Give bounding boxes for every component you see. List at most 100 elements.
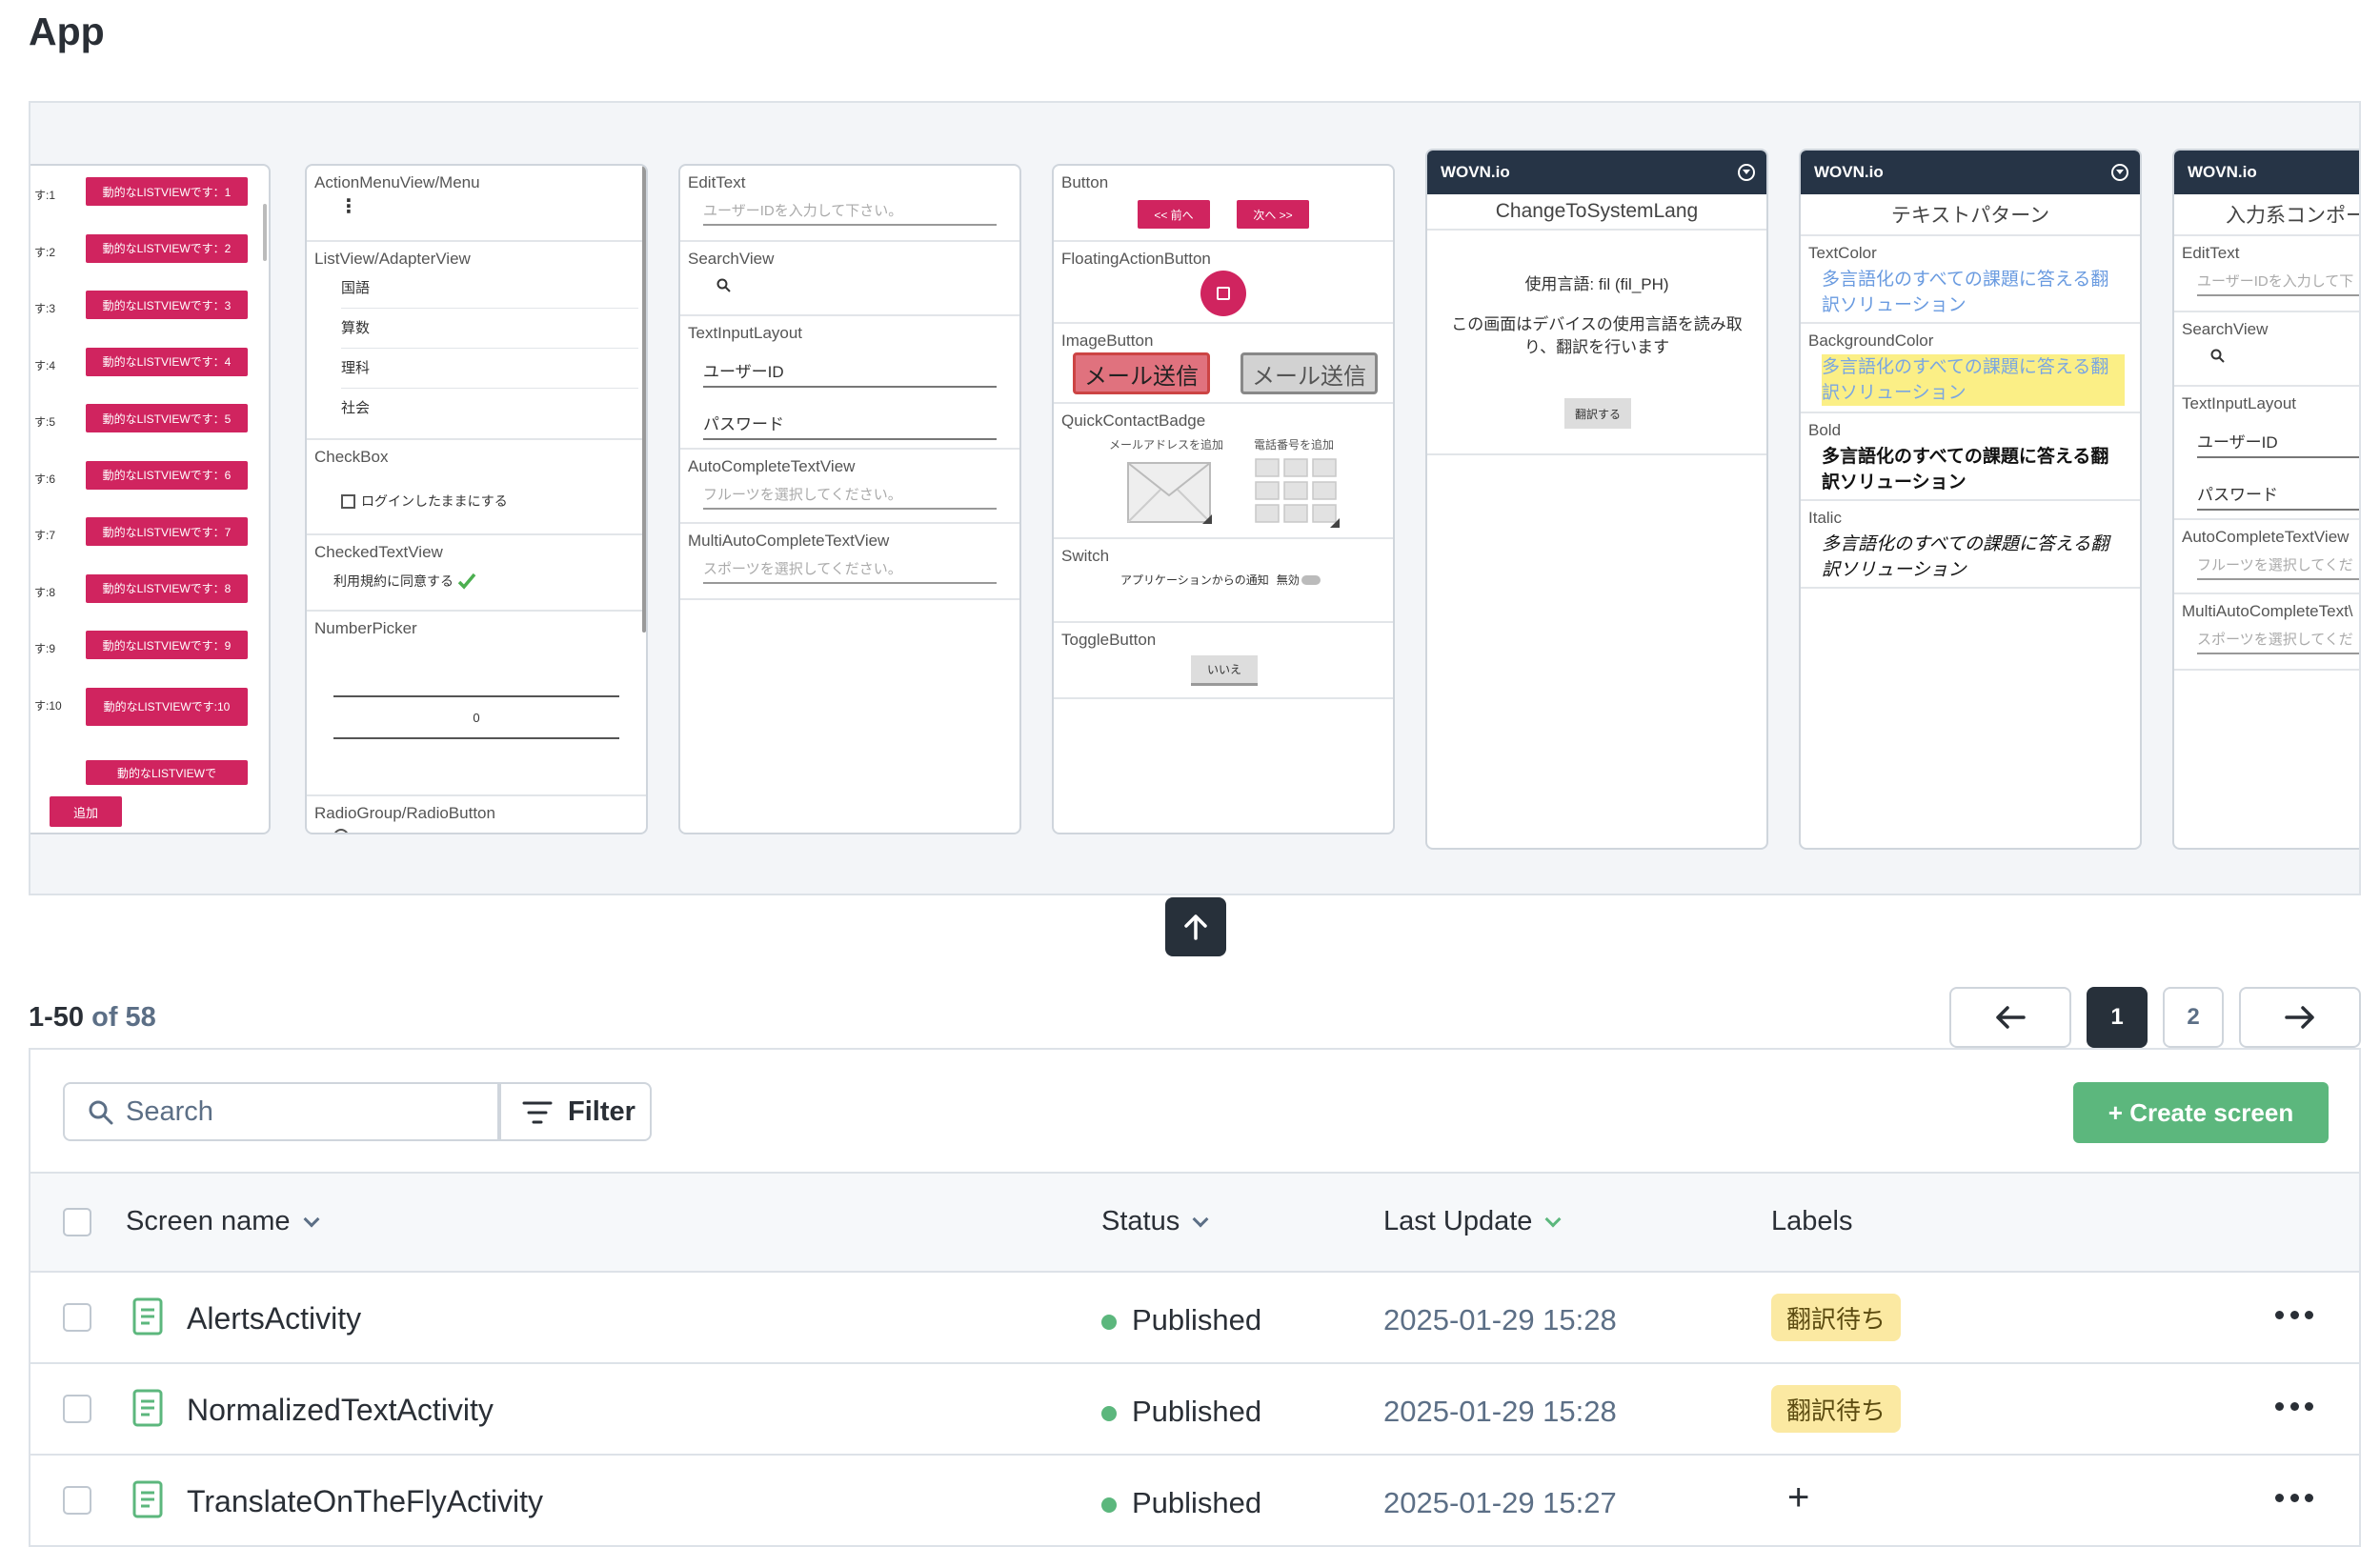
document-icon [132, 1297, 163, 1336]
screen-name-link[interactable]: NormalizedTextActivity [187, 1393, 494, 1428]
collapse-preview-button[interactable] [1165, 897, 1226, 956]
list-item-button[interactable]: 動的なLISTVIEWです：2 [86, 233, 248, 263]
row-checkbox[interactable] [63, 1395, 91, 1423]
list-item[interactable]: 国語 [341, 269, 638, 309]
search-placeholder: Search [126, 1095, 213, 1127]
userid-input[interactable]: ユーザーIDを入力して下さい。 [703, 200, 997, 226]
table-row[interactable]: NormalizedTextActivity Published 2025-01-2… [30, 1364, 2359, 1456]
preview-card-input-components[interactable]: WOVN.io 入力系コンポー EditText ユーザーIDを入力して下 Se… [2172, 149, 2359, 850]
row-checkbox[interactable] [63, 1486, 91, 1515]
send-mail-button-gray[interactable]: メール送信 [1240, 352, 1378, 394]
preview-card-system-lang[interactable]: WOVN.io ChangeToSystemLang 使用言語: fil (fi… [1425, 149, 1768, 850]
toggle-button[interactable]: いいえ [1191, 655, 1258, 686]
preview-card-text-patterns[interactable]: WOVN.io テキストパターン TextColor 多言語化のすべての課題に答… [1799, 149, 2142, 850]
create-screen-button[interactable]: + Create screen [2073, 1082, 2329, 1143]
preview-card-edittext[interactable]: EditText ユーザーIDを入力して下さい。 SearchView Text… [678, 164, 1021, 834]
envelope-icon[interactable] [1126, 461, 1212, 524]
bold-text: 多言語化のすべての課題に答える翻訳ソリューション [1822, 447, 2109, 492]
add-label-button[interactable]: + [1787, 1477, 1809, 1519]
search-icon[interactable] [2210, 349, 2226, 364]
list-item-button[interactable]: 動的なLISTVIEWです：7 [86, 517, 248, 546]
list-item[interactable]: 理科 [341, 349, 638, 389]
wovn-header: WOVN.io [2174, 151, 2359, 194]
multiautocomplete-label: MultiAutoCompleteTextView [688, 532, 890, 550]
send-mail-button-pink[interactable]: メール送信 [1073, 352, 1210, 394]
autocomplete-label: AutoCompleteTextView [2182, 528, 2350, 546]
select-all-checkbox[interactable] [63, 1208, 91, 1236]
table-row[interactable]: AlertsActivity Published 2025-01-29 15:28 翻… [30, 1273, 2359, 1364]
preview-card-menu[interactable]: ActionMenuView/Menu ⋮ ListView/AdapterVi… [305, 164, 648, 834]
more-icon[interactable] [2275, 1488, 2313, 1507]
language-text: 使用言語: fil (fil_PH) [1524, 275, 1669, 293]
scrollbar[interactable] [263, 204, 267, 261]
list-item[interactable]: 社会 [341, 389, 638, 429]
list-item[interactable]: 算数 [341, 309, 638, 349]
translate-button[interactable]: 翻訳する [1564, 398, 1631, 429]
table-row[interactable]: TranslateOnTheFlyActivity Published 2025-0… [30, 1456, 2359, 1547]
filter-button[interactable]: Filter [497, 1082, 652, 1141]
fruit-input[interactable]: フルーツを選択してください。 [703, 484, 997, 510]
list-item-button[interactable]: 動的なLISTVIEWです：9 [86, 631, 248, 659]
floating-action-button[interactable] [1200, 271, 1246, 316]
list-item-button[interactable]: 動的なLISTVIEWです：4 [86, 347, 248, 376]
screen-preview-carousel[interactable]: す:1 動的なLISTVIEWです：1 す:2 動的なLISTVIEWです：2 す:3 動… [29, 101, 2361, 895]
column-label: Last Update [1383, 1206, 1533, 1236]
page-2-button[interactable]: 2 [2163, 987, 2224, 1048]
list-item-button[interactable]: 動的なLISTVIEWです：8 [86, 573, 248, 603]
keypad-icon[interactable] [1254, 457, 1340, 528]
list-item-button[interactable]: 動的なLISTVIEWです:10 [86, 687, 248, 726]
screen-name-link[interactable]: TranslateOnTheFlyActivity [187, 1484, 543, 1519]
fab-label: FloatingActionButton [1061, 250, 1211, 268]
chevron-down-icon [303, 1211, 319, 1227]
add-button[interactable]: 追加 [50, 796, 122, 827]
more-icon[interactable] [2275, 1396, 2313, 1416]
scrollbar[interactable] [642, 166, 646, 633]
list-item-button[interactable]: 動的なLISTVIEWです：5 [86, 404, 248, 432]
sports-input[interactable]: スポーツを選択してください。 [703, 558, 997, 584]
add-phone-text: 電話番号を追加 [1254, 438, 1335, 452]
edittext-label: EditText [2182, 244, 2240, 262]
page-title: App [29, 10, 105, 53]
radio-button[interactable] [333, 829, 349, 833]
userid-field[interactable]: ユーザーID [703, 358, 997, 388]
column-status[interactable]: Status [1101, 1206, 1209, 1237]
next-button[interactable]: 次へ >> [1237, 200, 1309, 229]
globe-icon[interactable] [1738, 164, 1755, 181]
range-value: 1-50 [29, 1002, 85, 1033]
userid-input[interactable]: ユーザーIDを入力して下 [2197, 271, 2359, 296]
search-input[interactable]: Search [63, 1082, 501, 1141]
list-item-button[interactable]: 動的なLISTVIEWです：3 [86, 291, 248, 319]
fruit-input[interactable]: フルーツを選択してくだ [2197, 554, 2359, 580]
numberpicker[interactable]: 0 [333, 695, 619, 739]
column-screen-name[interactable]: Screen name [126, 1206, 319, 1237]
password-field[interactable]: パスワード [2197, 481, 2359, 511]
list-item-button[interactable]: 動的なLISTVIEWです：1 [86, 177, 248, 206]
togglebutton-label: ToggleButton [1061, 631, 1157, 649]
switch-toggle[interactable] [1301, 574, 1321, 585]
sports-input[interactable]: スポーツを選択してくだ [2197, 629, 2359, 654]
more-icon[interactable] [2275, 1305, 2313, 1324]
list-item-button[interactable]: 動的なLISTVIEWです：6 [86, 460, 248, 490]
globe-icon[interactable] [2111, 164, 2128, 181]
password-field[interactable]: パスワード [703, 411, 997, 440]
textcolor-text: 多言語化のすべての課題に答える翻訳ソリューション [1822, 270, 2109, 315]
screen-name-link[interactable]: AlertsActivity [187, 1301, 361, 1336]
checkbox[interactable] [341, 493, 355, 509]
description-text: この画面はデバイスの使用言語を読み取り、翻訳を行います [1451, 315, 1743, 356]
prev-page-button[interactable] [1949, 987, 2071, 1048]
prev-button[interactable]: << 前へ [1138, 200, 1210, 229]
preview-card-listview[interactable]: す:1 動的なLISTVIEWです：1 す:2 動的なLISTVIEWです：2 す:3 動… [30, 164, 271, 834]
search-icon[interactable] [716, 278, 732, 293]
userid-field[interactable]: ユーザーID [2197, 429, 2359, 458]
label-badge[interactable]: 翻訳待ち [1771, 1294, 1902, 1341]
column-label: Labels [1771, 1206, 1853, 1236]
column-label: Status [1101, 1206, 1180, 1236]
preview-card-buttons[interactable]: Button << 前へ 次へ >> FloatingActionButton … [1052, 164, 1395, 834]
column-last-update[interactable]: Last Update [1383, 1206, 1562, 1237]
label-badge[interactable]: 翻訳待ち [1771, 1385, 1902, 1433]
page-1-button[interactable]: 1 [2087, 987, 2148, 1048]
next-page-button[interactable] [2239, 987, 2361, 1048]
checked-text[interactable]: 利用規約に同意する [333, 572, 454, 591]
row-checkbox[interactable] [63, 1303, 91, 1332]
overflow-menu-icon[interactable]: ⋮ [339, 197, 638, 216]
